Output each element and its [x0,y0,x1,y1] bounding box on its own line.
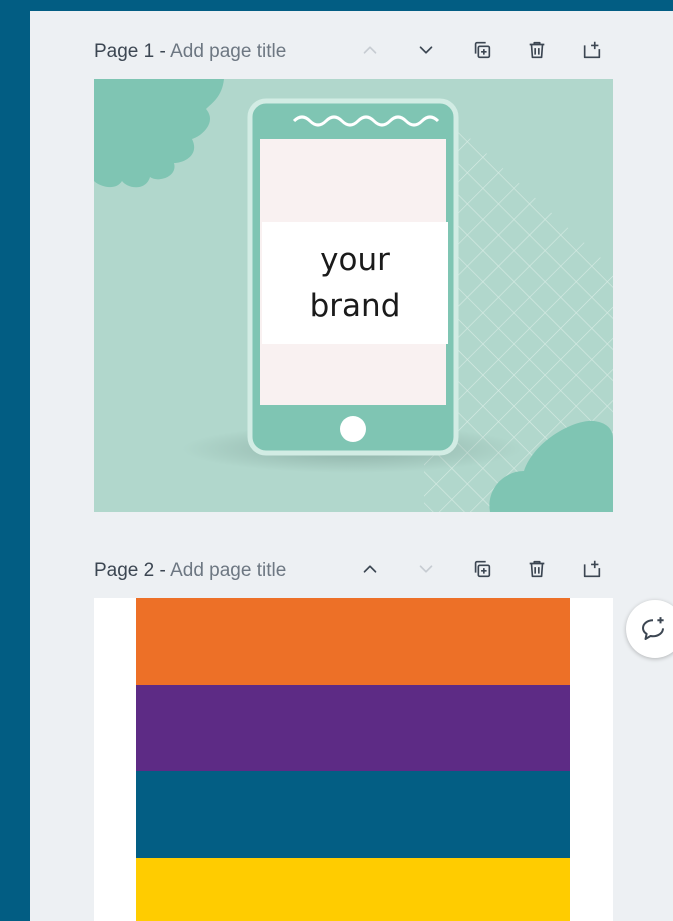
stripe-yellow [136,858,570,921]
trash-icon [529,41,545,59]
move-page-down-button[interactable] [410,553,442,585]
duplicate-page-button[interactable] [466,34,498,66]
brand-text-line-2: brand [309,288,401,324]
move-page-down-button[interactable] [410,34,442,66]
move-page-up-button[interactable] [354,34,386,66]
page-1-canvas[interactable]: your brand [94,79,613,512]
brand-text-box[interactable]: your brand [262,222,448,344]
stripe-orange [136,598,570,685]
chevron-up-icon [363,565,377,573]
page-1-title-placeholder[interactable]: Add page title [170,41,286,62]
add-page-icon [583,560,601,578]
brand-text-line-1: your [320,242,390,278]
add-page-button[interactable] [576,34,608,66]
move-page-up-button[interactable] [354,553,386,585]
delete-page-button[interactable] [521,553,553,585]
page-2-label: Page 2 [94,560,155,581]
chevron-down-icon [419,565,433,573]
add-page-button[interactable] [576,553,608,585]
duplicate-page-button[interactable] [466,553,498,585]
page-2-title[interactable]: Page 2 - Add page title [94,560,286,582]
blob-top-left [94,79,224,188]
page-2-canvas[interactable] [94,598,613,921]
add-comment-icon [642,617,664,640]
delete-page-button[interactable] [521,34,553,66]
stripe-purple [136,685,570,771]
add-page-icon [583,41,601,59]
page-1-title[interactable]: Page 1 - Add page title [94,41,286,63]
stripe-blue [136,771,570,858]
chevron-down-icon [419,46,433,54]
page-2-title-placeholder[interactable]: Add page title [170,560,286,581]
page-2-separator: - [154,560,171,581]
trash-icon [529,560,545,578]
chevron-up-icon [363,46,377,54]
duplicate-icon [474,560,491,578]
page-1-separator: - [154,41,171,62]
duplicate-icon [474,41,491,59]
page-2-header: Page 2 - Add page title [94,553,614,585]
page-1-label: Page 1 [94,41,155,62]
page-1-header: Page 1 - Add page title [94,34,614,66]
